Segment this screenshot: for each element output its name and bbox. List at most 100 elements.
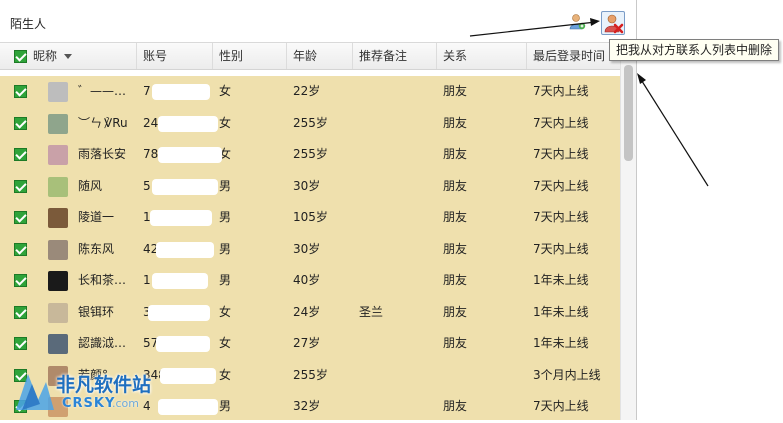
table-row[interactable]: 随风 5 男 30岁 朋友 7天内上线 [0, 170, 620, 202]
account-cell: 5 [143, 178, 151, 193]
avatar [48, 113, 68, 134]
nickname-cell: ︶ㄣ ℣Ru [78, 115, 128, 130]
redaction-mask [150, 210, 212, 226]
row-checkbox[interactable] [14, 116, 27, 130]
table-row[interactable]: ゛——… 7 女 22岁 朋友 7天内上线 [0, 76, 620, 108]
row-checkbox[interactable] [14, 85, 27, 98]
redaction-mask [152, 84, 210, 100]
account-cell: 78 [143, 147, 159, 161]
relation-cell: 朋友 [443, 147, 468, 161]
table-row[interactable]: 陈东风 42 男 30岁 朋友 7天内上线 [0, 233, 620, 265]
column-gender[interactable]: 性别 [212, 43, 286, 69]
last-login-cell: 7天内上线 [533, 84, 589, 98]
watermark-text: 非凡软件站 [56, 374, 152, 396]
avatar [48, 145, 68, 165]
relation-cell: 朋友 [443, 399, 468, 413]
table-row[interactable]: 长和茶… 1 男 40岁 朋友 1年未上线 [0, 265, 620, 297]
age-cell: 22岁 [293, 84, 321, 98]
relation-cell: 朋友 [443, 178, 468, 193]
row-checkbox[interactable] [14, 179, 27, 193]
last-login-cell: 1年未上线 [533, 336, 589, 350]
redaction-mask [148, 304, 210, 321]
relation-cell: 朋友 [443, 241, 468, 256]
row-checkbox[interactable] [14, 305, 27, 319]
sort-desc-icon [64, 54, 72, 59]
table-row[interactable]: 银铒环 3 女 24岁 圣兰 朋友 1年未上线 [0, 296, 620, 328]
table-row[interactable]: ︶ㄣ ℣Ru 24 女 255岁 朋友 7天内上线 [0, 107, 620, 139]
table-row[interactable]: 陵道一 1 男 105岁 朋友 7天内上线 [0, 202, 620, 234]
age-cell: 255岁 [293, 115, 328, 130]
avatar [48, 239, 68, 260]
relation-cell: 朋友 [443, 273, 468, 287]
redaction-mask [152, 273, 208, 289]
relation-cell: 朋友 [443, 115, 468, 130]
column-nickname[interactable]: 昵称 [0, 43, 136, 69]
table-row[interactable]: 雨落长安 78 女 255岁 朋友 7天内上线 [0, 139, 620, 171]
delete-tooltip: 把我从对方联系人列表中删除 [609, 39, 780, 61]
select-all-checkbox[interactable] [14, 50, 27, 63]
vertical-scrollbar[interactable] [620, 43, 636, 420]
row-checkbox[interactable] [14, 211, 27, 224]
note-cell: 圣兰 [359, 304, 384, 319]
relation-cell: 朋友 [443, 336, 468, 350]
gender-cell: 女 [219, 84, 232, 98]
row-checkbox[interactable] [14, 337, 27, 350]
stranger-panel: 陌生人 昵称 账号 性别 年龄 推荐备注 关系 最后登录时间 ゛——… 7 女 … [0, 0, 637, 420]
last-login-cell: 7天内上线 [533, 178, 589, 193]
redaction-mask [158, 115, 218, 132]
age-cell: 255岁 [293, 147, 328, 161]
nickname-cell: ゛——… [78, 84, 127, 98]
last-login-cell: 7天内上线 [533, 115, 589, 130]
age-cell: 27岁 [293, 336, 321, 350]
nickname-cell: 認識泧… [78, 336, 127, 350]
gender-cell: 男 [219, 210, 232, 224]
column-last-login[interactable]: 最后登录时间 [526, 43, 620, 69]
row-checkbox[interactable] [14, 274, 27, 287]
last-login-cell: 7天内上线 [533, 399, 589, 413]
avatar [48, 82, 68, 102]
nickname-cell: 随风 [78, 178, 103, 193]
redaction-mask [160, 367, 216, 384]
nickname-cell: 银铒环 [78, 304, 115, 319]
gender-cell: 男 [219, 178, 232, 193]
account-cell: 1 [143, 273, 151, 287]
scroll-thumb[interactable] [624, 65, 633, 161]
age-cell: 255岁 [293, 367, 328, 382]
last-login-cell: 3个月内上线 [533, 367, 601, 382]
last-login-cell: 7天内上线 [533, 147, 589, 161]
watermark-sub: CRSKY [62, 396, 116, 411]
relation-cell: 朋友 [443, 210, 468, 224]
watermark-domain: .com [112, 397, 139, 410]
column-age[interactable]: 年龄 [286, 43, 352, 69]
relation-cell: 朋友 [443, 84, 468, 98]
age-cell: 105岁 [293, 210, 328, 224]
row-checkbox[interactable] [14, 148, 27, 161]
gender-cell: 女 [219, 115, 232, 130]
last-login-cell: 1年未上线 [533, 304, 589, 319]
redaction-mask [156, 336, 210, 352]
table-header: 昵称 账号 性别 年龄 推荐备注 关系 最后登录时间 [0, 43, 620, 70]
column-relation[interactable]: 关系 [436, 43, 526, 69]
gender-cell: 女 [219, 304, 232, 319]
avatar [48, 176, 68, 197]
person-delete-icon[interactable] [601, 11, 625, 35]
last-login-cell: 7天内上线 [533, 210, 589, 224]
gender-cell: 男 [219, 241, 232, 256]
age-cell: 40岁 [293, 273, 321, 287]
nickname-cell: 陈东风 [78, 241, 115, 256]
person-add-icon[interactable] [568, 13, 586, 31]
title-bar: 陌生人 [0, 0, 636, 43]
last-login-cell: 7天内上线 [533, 241, 589, 256]
gender-cell: 男 [219, 399, 232, 413]
age-cell: 30岁 [293, 178, 321, 193]
redaction-mask [156, 241, 214, 258]
column-note[interactable]: 推荐备注 [352, 43, 436, 69]
table-row[interactable]: 認識泧… 57 女 27岁 朋友 1年未上线 [0, 328, 620, 360]
column-account[interactable]: 账号 [136, 43, 212, 69]
account-cell: 7 [143, 84, 151, 98]
gender-cell: 女 [219, 336, 232, 350]
avatar [48, 302, 68, 323]
nickname-cell: 陵道一 [78, 210, 115, 224]
gender-cell: 女 [219, 367, 232, 382]
row-checkbox[interactable] [14, 242, 27, 256]
